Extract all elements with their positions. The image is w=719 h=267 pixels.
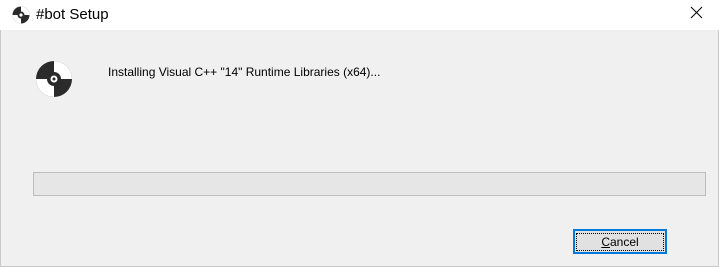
install-progress-bar: [33, 172, 706, 196]
cancel-button-label: Cancel: [576, 232, 664, 251]
window-title: #bot Setup: [36, 6, 109, 23]
cancel-button[interactable]: Cancel: [573, 229, 667, 254]
cd-icon: [35, 60, 73, 98]
close-icon: [690, 6, 703, 24]
dialog-content: Installing Visual C++ "14" Runtime Libra…: [0, 30, 719, 267]
close-button[interactable]: [673, 0, 719, 30]
cd-icon: [12, 6, 30, 24]
title-bar[interactable]: #bot Setup: [0, 0, 719, 30]
install-status-text: Installing Visual C++ "14" Runtime Libra…: [108, 65, 381, 79]
